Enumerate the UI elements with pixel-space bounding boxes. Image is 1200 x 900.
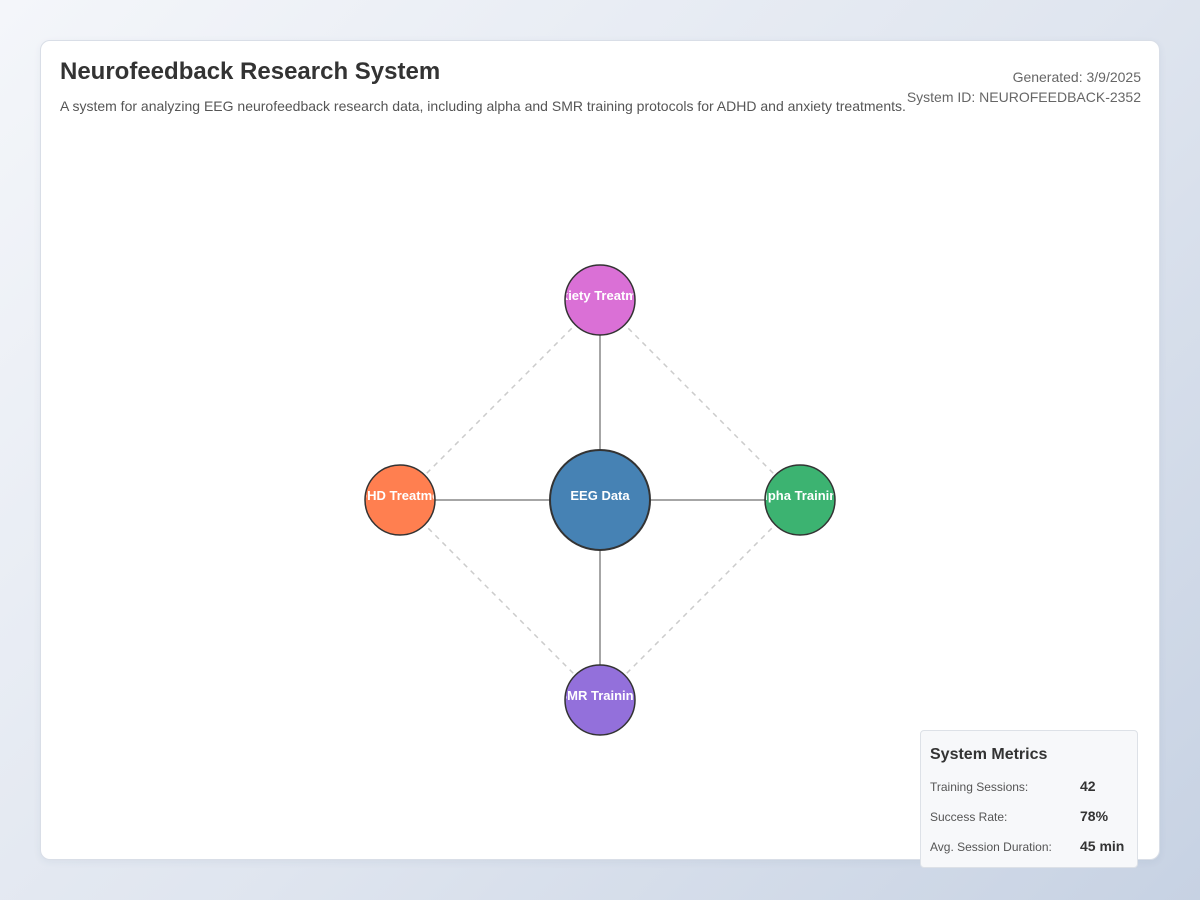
node-alpha-label: Alpha Training (755, 488, 845, 503)
metric-value-training-sessions: 42 (1080, 778, 1096, 794)
node-smr-label: SMR Training (558, 688, 641, 703)
metric-label-avg-session-duration: Avg. Session Duration: (930, 840, 1052, 854)
node-alpha[interactable]: Alpha Training (755, 464, 845, 536)
node-eeg-label: EEG Data (570, 488, 630, 503)
node-eeg[interactable]: EEG Data (549, 449, 651, 551)
metrics-title: System Metrics (930, 746, 1048, 763)
node-smr[interactable]: SMR Training (558, 664, 641, 736)
metric-label-success-rate: Success Rate: (930, 810, 1008, 824)
metric-value-success-rate: 78% (1080, 808, 1109, 824)
metric-value-avg-session-duration: 45 min (1080, 838, 1125, 854)
node-anxiety-label: Anxiety Treatment (544, 288, 657, 303)
system-metrics-panel: System Metrics Training Sessions: 42 Suc… (920, 730, 1138, 868)
node-anxiety[interactable]: Anxiety Treatment (544, 264, 657, 336)
metric-label-training-sessions: Training Sessions: (930, 780, 1029, 794)
